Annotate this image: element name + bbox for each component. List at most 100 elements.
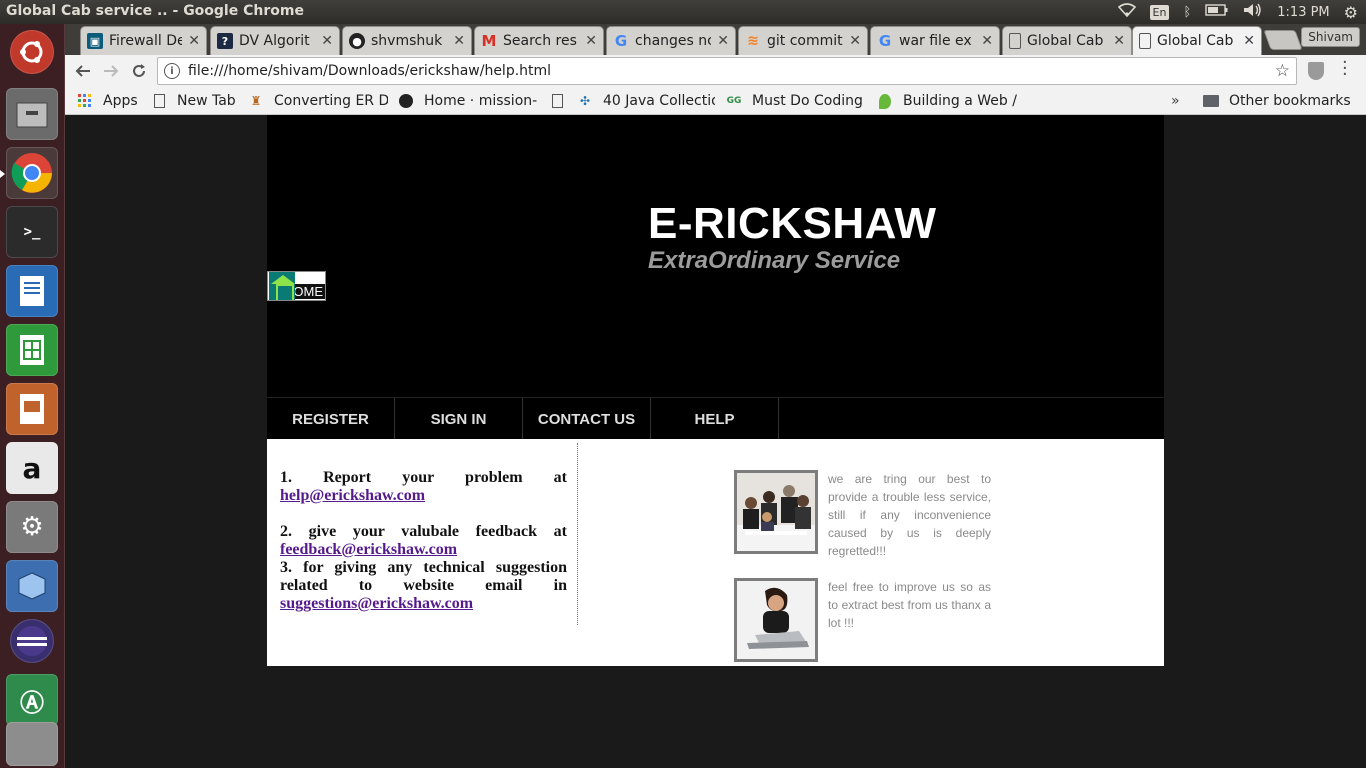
bookmark-item[interactable]: Building a Web / xyxy=(877,91,1017,111)
extension-shield-icon[interactable] xyxy=(1308,62,1324,80)
close-icon[interactable]: ✕ xyxy=(849,33,861,49)
bookmark-item[interactable]: New Tab xyxy=(151,91,243,111)
tab[interactable]: ≋ git commit ✕ xyxy=(738,26,868,55)
tab[interactable]: ● shvmshuk ✕ xyxy=(342,26,472,55)
column-divider xyxy=(577,443,578,625)
impress-icon[interactable] xyxy=(6,383,58,435)
bookmark-label: Converting ER D xyxy=(274,93,388,109)
wifi-icon[interactable] xyxy=(1117,3,1136,21)
home-button[interactable]: OME xyxy=(267,271,326,301)
new-tab-button[interactable] xyxy=(1263,30,1303,50)
chrome-menu-icon[interactable]: · · · xyxy=(1342,54,1348,84)
bookmarks-overflow-button[interactable]: » xyxy=(1171,91,1187,111)
info-icon[interactable]: i xyxy=(164,63,180,79)
calc-icon[interactable] xyxy=(6,324,58,376)
bookmark-item[interactable]: GG Must Do Coding xyxy=(726,91,866,111)
gmail-icon: M xyxy=(481,32,497,50)
close-icon[interactable]: ✕ xyxy=(585,33,597,49)
profile-button[interactable]: Shivam xyxy=(1301,27,1360,47)
nav-register[interactable]: REGISTER xyxy=(267,398,395,440)
java-icon: ✣ xyxy=(579,94,591,108)
system-tray: En ᛒ 1:13 PM ⚙ xyxy=(1117,0,1358,24)
keyboard-layout-indicator[interactable]: En xyxy=(1149,4,1170,20)
volume-icon[interactable] xyxy=(1243,3,1263,21)
close-icon[interactable]: ✕ xyxy=(321,33,333,49)
system-settings-icon[interactable]: ⚙ xyxy=(6,501,58,553)
back-button[interactable] xyxy=(71,59,95,83)
promo-text: feel free to improve us so as to extract… xyxy=(828,580,991,630)
bookmark-item[interactable]: Home · mission- xyxy=(398,91,538,111)
nav-contact-us[interactable]: CONTACT US xyxy=(523,398,651,440)
tab[interactable]: G war file ex ✕ xyxy=(870,26,1000,55)
bookmark-icon: ♜ xyxy=(250,94,262,108)
top-panel: Global Cab service .. - Google Chrome En… xyxy=(0,0,1366,24)
browser-toolbar: i file:///home/shivam/Downloads/ericksha… xyxy=(65,54,1366,87)
amazon-icon[interactable]: a xyxy=(6,442,58,494)
help-email-link[interactable]: help@erickshaw.com xyxy=(280,487,425,504)
nav-sign-in[interactable]: SIGN IN xyxy=(395,398,523,440)
suggestions-email-link[interactable]: suggestions@erickshaw.com xyxy=(280,595,473,612)
nav-help[interactable]: HELP xyxy=(651,398,779,440)
writer-icon[interactable] xyxy=(6,265,58,317)
virtualbox-icon[interactable] xyxy=(6,560,58,612)
reload-button[interactable] xyxy=(127,59,151,83)
feedback-email-link[interactable]: feedback@erickshaw.com xyxy=(280,541,457,558)
window-title: Global Cab service .. - Google Chrome xyxy=(6,3,304,19)
address-bar[interactable]: i file:///home/shivam/Downloads/ericksha… xyxy=(157,57,1297,85)
bookmark-label: New Tab xyxy=(177,93,236,109)
close-icon[interactable]: ✕ xyxy=(717,33,729,49)
tab-active[interactable]: Global Cab ✕ xyxy=(1132,26,1262,55)
tab[interactable]: ? DV Algorit ✕ xyxy=(210,26,340,55)
bluetooth-icon[interactable]: ᛒ xyxy=(1183,5,1191,20)
bookmark-item[interactable]: ✣ 40 Java Collectio xyxy=(577,91,715,111)
leaf-icon xyxy=(877,93,893,109)
chrome-icon[interactable] xyxy=(6,147,58,199)
battery-icon[interactable] xyxy=(1205,4,1229,20)
folder-icon xyxy=(1203,93,1219,109)
files-icon[interactable] xyxy=(6,88,58,140)
tab[interactable]: ▣ Firewall De ✕ xyxy=(80,26,207,55)
trash-icon[interactable] xyxy=(6,722,58,766)
clock[interactable]: 1:13 PM xyxy=(1277,5,1329,20)
forward-button[interactable] xyxy=(99,59,123,83)
software-updater-icon[interactable]: Ⓐ xyxy=(6,674,58,726)
terminal-icon[interactable]: >_ xyxy=(6,206,58,258)
page-viewport: E-RICKSHAW ExtraOrdinary Service OME REG… xyxy=(65,115,1366,768)
bookmark-star-icon[interactable]: ☆ xyxy=(1275,61,1290,81)
other-bookmarks[interactable]: Other bookmarks xyxy=(1203,91,1363,111)
tab-label: Global Cab xyxy=(1027,33,1104,49)
tab-label: shvmshuk xyxy=(371,33,443,49)
close-icon[interactable]: ✕ xyxy=(1243,33,1255,49)
tab[interactable]: Global Cab ✕ xyxy=(1002,26,1132,55)
site-body: 1. Report your problem at help@erickshaw… xyxy=(267,439,1164,666)
tab[interactable]: M Search res ✕ xyxy=(474,26,604,55)
close-icon[interactable]: ✕ xyxy=(188,33,200,49)
close-icon[interactable]: ✕ xyxy=(981,33,993,49)
close-icon[interactable]: ✕ xyxy=(1113,33,1125,49)
help-list: 1. Report your problem at help@erickshaw… xyxy=(280,469,567,613)
bookmark-item[interactable]: ♜ Converting ER D xyxy=(248,91,388,111)
reload-icon xyxy=(133,64,145,77)
team-photo xyxy=(734,470,818,554)
tab-label: war file ex xyxy=(899,33,972,49)
stackoverflow-icon: ≋ xyxy=(747,33,759,49)
promo-text: we are tring our best to provide a troub… xyxy=(828,472,991,558)
close-icon[interactable]: ✕ xyxy=(453,33,465,49)
back-arrow-icon xyxy=(75,65,90,77)
page-icon xyxy=(549,93,565,109)
eclipse-icon[interactable] xyxy=(10,619,54,663)
erickshaw-site: E-RICKSHAW ExtraOrdinary Service OME REG… xyxy=(267,115,1164,666)
site-title: E-RICKSHAW xyxy=(648,199,937,248)
site-tagline: ExtraOrdinary Service xyxy=(648,247,901,274)
tab[interactable]: G changes nc ✕ xyxy=(606,26,736,55)
help-item-text: 1. Report your problem at xyxy=(280,469,567,486)
bookmark-item[interactable] xyxy=(549,91,573,111)
tab-label: git commit xyxy=(767,33,843,49)
google-icon: G xyxy=(614,32,628,50)
tab-strip: ▣ Firewall De ✕ ? DV Algorit ✕ ● shvmshu… xyxy=(65,24,1366,55)
tab-label: changes nc xyxy=(635,33,712,49)
help-item-text: 2. give your valubale feedback at xyxy=(280,523,567,540)
ubuntu-dash-icon[interactable] xyxy=(10,30,54,74)
bookmark-item[interactable]: Apps xyxy=(77,91,147,111)
settings-gear-icon[interactable]: ⚙ xyxy=(1344,3,1358,22)
